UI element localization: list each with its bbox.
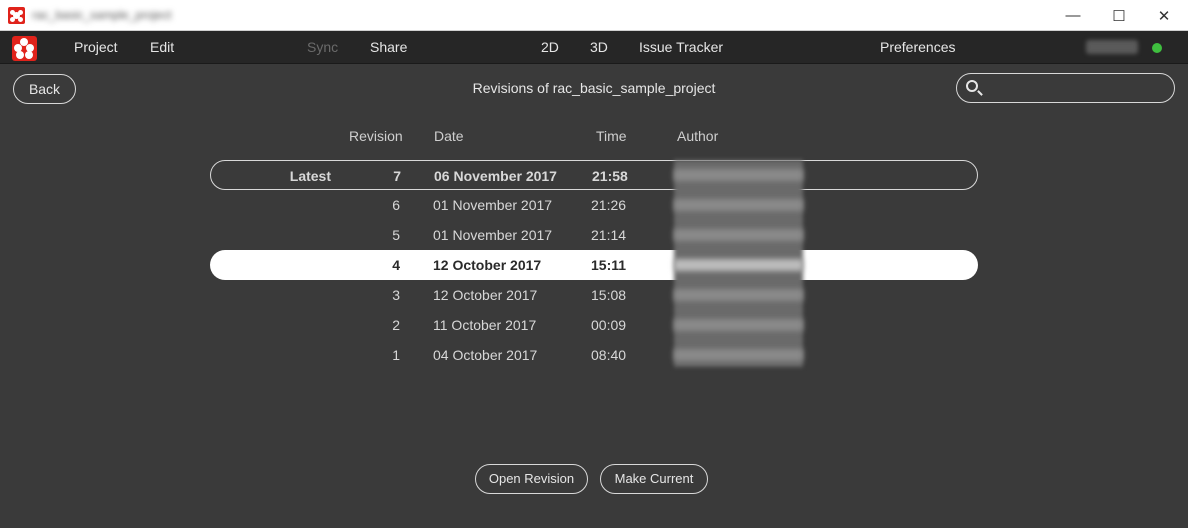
revision-number: 5 [392, 227, 400, 243]
author-redacted [674, 289, 803, 301]
revision-time: 21:26 [591, 197, 627, 213]
status-indicator [1152, 43, 1162, 53]
author-redacted [674, 349, 803, 361]
revision-date: 01 November 2017 [433, 197, 553, 213]
window-title: rac_basic_sample_project [32, 8, 172, 22]
revision-row[interactable]: 2 11 October 2017 00:09 [210, 310, 978, 340]
column-header-author[interactable]: Author [677, 128, 718, 144]
author-redacted [674, 319, 803, 331]
revision-row-selected[interactable]: 4 12 October 2017 15:11 [210, 250, 978, 280]
revision-time: 15:11 [591, 257, 627, 273]
revision-time: 21:58 [592, 168, 628, 184]
revision-row[interactable]: Latest 7 06 November 2017 21:58 [210, 160, 978, 190]
revision-date: 12 October 2017 [433, 287, 538, 303]
column-header-revision[interactable]: Revision [349, 128, 403, 144]
menu-sync[interactable]: Sync [307, 31, 338, 63]
revision-date: 11 October 2017 [433, 317, 537, 333]
menu-3d[interactable]: 3D [590, 31, 608, 63]
revision-time: 00:09 [591, 317, 627, 333]
latest-badge: Latest [289, 168, 331, 184]
revision-date: 12 October 2017 [433, 257, 542, 273]
revision-time: 08:40 [591, 347, 627, 363]
revision-number: 4 [392, 257, 400, 273]
menu-2d[interactable]: 2D [541, 31, 559, 63]
search-box[interactable] [956, 73, 1175, 103]
make-current-button[interactable]: Make Current [600, 464, 708, 494]
window-titlebar: rac_basic_sample_project — ☐ ✕ [0, 0, 1188, 31]
menu-preferences[interactable]: Preferences [880, 31, 955, 63]
revision-number: 2 [392, 317, 400, 333]
revision-row[interactable]: 3 12 October 2017 15:08 [210, 280, 978, 310]
revision-time: 21:14 [591, 227, 627, 243]
search-icon [966, 80, 978, 92]
revision-row[interactable]: 6 01 November 2017 21:26 [210, 190, 978, 220]
app-icon [8, 7, 25, 24]
column-header-time[interactable]: Time [596, 128, 627, 144]
author-redacted [674, 229, 803, 241]
menu-issue-tracker[interactable]: Issue Tracker [639, 31, 723, 63]
revision-time: 15:08 [591, 287, 627, 303]
menu-share[interactable]: Share [370, 31, 407, 63]
revision-number: 3 [392, 287, 400, 303]
search-input[interactable] [985, 78, 1169, 100]
user-name[interactable] [1086, 40, 1138, 54]
close-icon[interactable]: ✕ [1141, 0, 1187, 31]
revision-date: 04 October 2017 [433, 347, 538, 363]
revision-row[interactable]: 5 01 November 2017 21:14 [210, 220, 978, 250]
open-revision-button[interactable]: Open Revision [475, 464, 588, 494]
revision-date: 06 November 2017 [434, 168, 557, 184]
app-logo[interactable] [12, 36, 37, 61]
column-header-date[interactable]: Date [434, 128, 464, 144]
menubar: Project Edit Sync Share 2D 3D Issue Trac… [0, 31, 1188, 64]
revision-row[interactable]: 1 04 October 2017 08:40 [210, 340, 978, 370]
revision-number: 1 [392, 347, 400, 363]
menu-project[interactable]: Project [74, 31, 118, 63]
minimize-icon[interactable]: — [1050, 0, 1096, 31]
menu-edit[interactable]: Edit [150, 31, 174, 63]
author-redacted [674, 169, 803, 181]
revision-number: 7 [393, 168, 401, 184]
revision-number: 6 [392, 197, 400, 213]
author-redacted [674, 259, 803, 271]
maximize-icon[interactable]: ☐ [1096, 0, 1142, 31]
author-redacted [674, 199, 803, 211]
revision-date: 01 November 2017 [433, 227, 553, 243]
